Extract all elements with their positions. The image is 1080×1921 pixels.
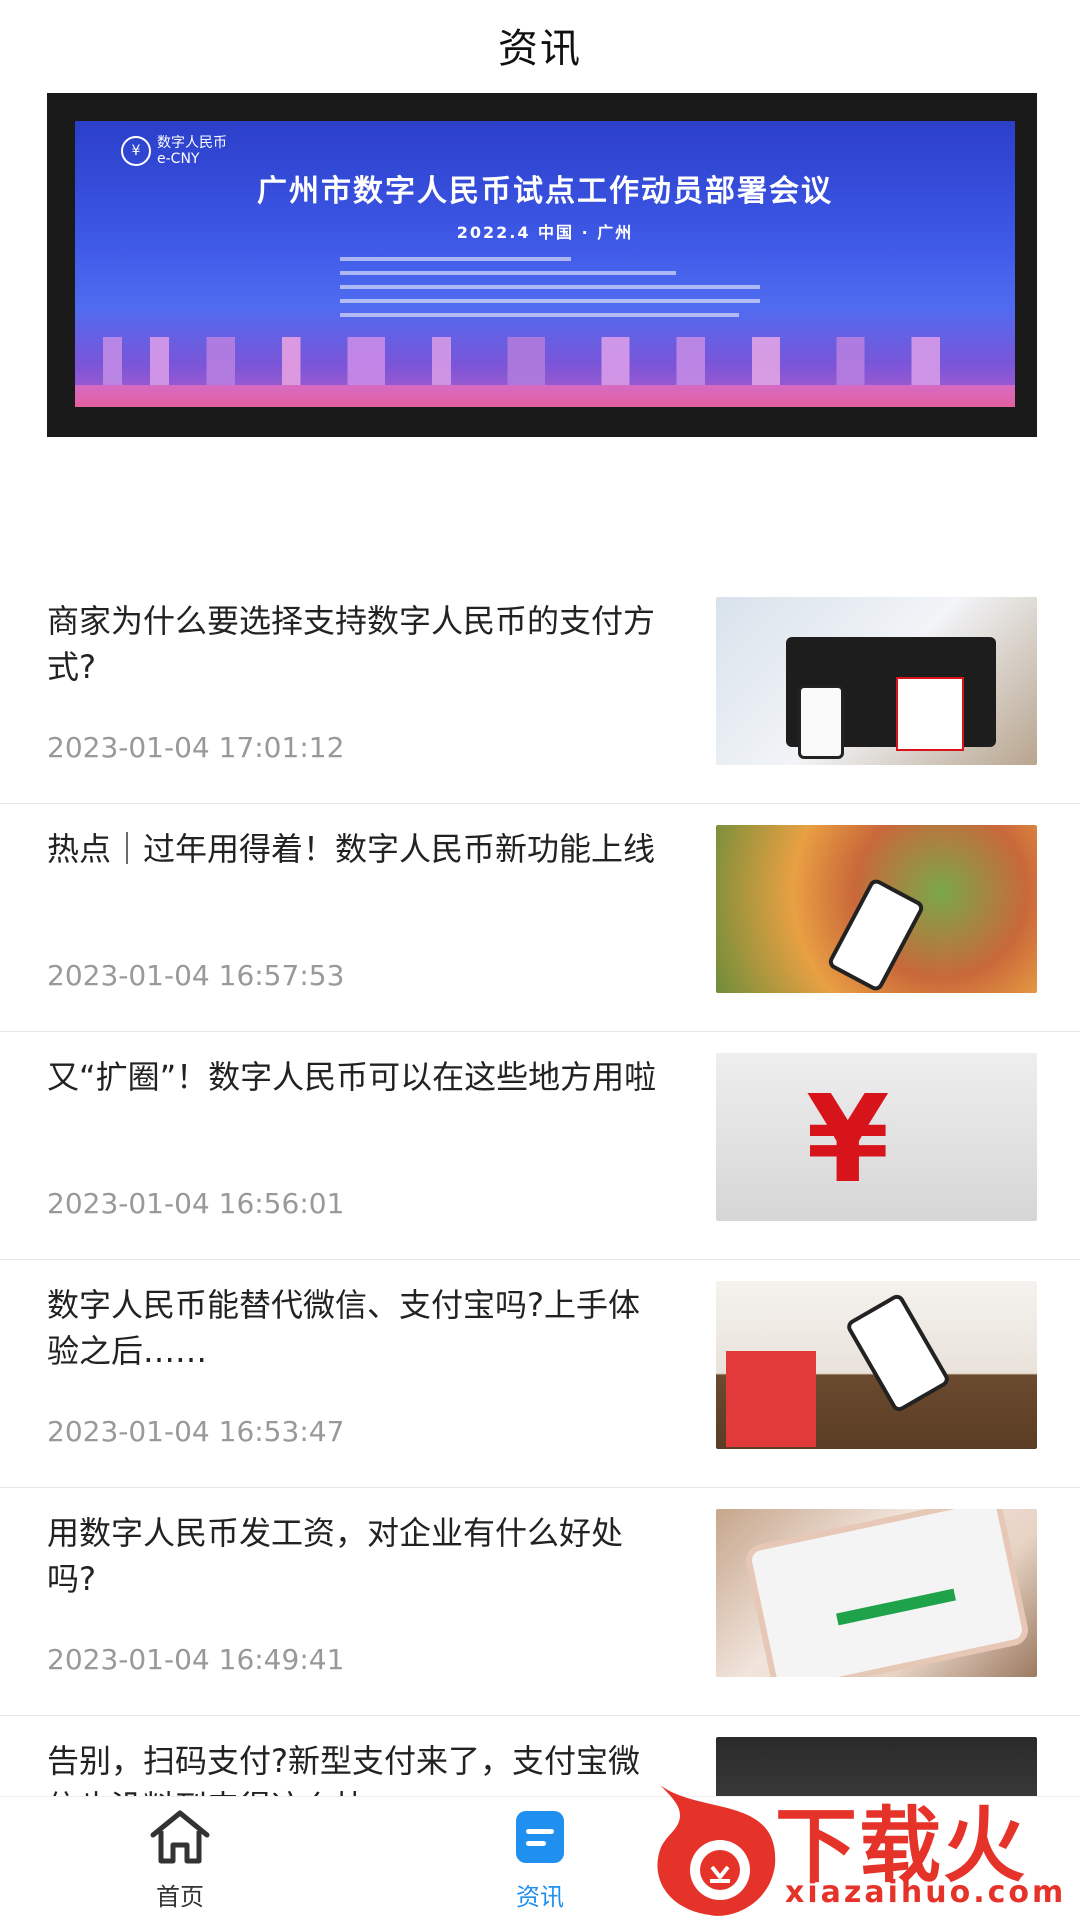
yen-icon: ¥ <box>806 1071 890 1210</box>
watermark-logo: 下载火 xiazaihuo.com <box>640 1775 1080 1920</box>
home-icon <box>150 1810 210 1864</box>
news-item[interactable]: 商家为什么要选择支持数字人民币的支付方式? 2023-01-04 17:01:1… <box>0 576 1080 804</box>
nav-news[interactable]: 资讯 <box>440 1807 640 1912</box>
phone-payment-market-photo <box>716 825 1037 993</box>
news-title: 又“扩圈”！数字人民币可以在这些地方用啦 <box>47 1058 657 1096</box>
skyline-base <box>75 385 1015 407</box>
news-time: 2023-01-04 17:01:12 <box>47 731 345 764</box>
news-item[interactable]: 又“扩圈”！数字人民币可以在这些地方用啦 2023-01-04 16:56:01… <box>0 1032 1080 1260</box>
news-item[interactable]: 热点｜过年用得着！数字人民币新功能上线 2023-01-04 16:57:53 <box>0 804 1080 1032</box>
banner-fine-print <box>340 257 760 327</box>
banner-screen: ¥ 数字人民币 e-CNY 广州市数字人民币试点工作动员部署会议 2022.4 … <box>75 121 1015 407</box>
news-time: 2023-01-04 16:53:47 <box>47 1415 345 1448</box>
phone-screen-photo <box>716 1509 1037 1677</box>
page-title: 资讯 <box>498 26 582 72</box>
flame-logo-icon <box>657 1785 776 1916</box>
news-title: 数字人民币能替代微信、支付宝吗?上手体验之后…… <box>47 1286 640 1370</box>
yuan-coin-icon: ¥ <box>121 136 151 166</box>
news-item[interactable]: 数字人民币能替代微信、支付宝吗?上手体验之后…… 2023-01-04 16:5… <box>0 1260 1080 1488</box>
news-icon <box>516 1811 564 1863</box>
nav-news-label: 资讯 <box>516 1883 564 1911</box>
news-title: 热点｜过年用得着！数字人民币新功能上线 <box>47 830 656 868</box>
banner-image[interactable]: ¥ 数字人民币 e-CNY 广州市数字人民币试点工作动员部署会议 2022.4 … <box>47 93 1037 437</box>
yen-symbol-photo: ¥ <box>716 1053 1037 1221</box>
news-title: 商家为什么要选择支持数字人民币的支付方式? <box>47 602 656 686</box>
news-item[interactable]: 用数字人民币发工资，对企业有什么好处吗? 2023-01-04 16:49:41 <box>0 1488 1080 1716</box>
news-time: 2023-01-04 16:57:53 <box>47 959 345 992</box>
news-list: 商家为什么要选择支持数字人民币的支付方式? 2023-01-04 17:01:1… <box>0 576 1080 1836</box>
news-title: 用数字人民币发工资，对企业有什么好处吗? <box>47 1514 624 1598</box>
news-time: 2023-01-04 16:49:41 <box>47 1643 345 1676</box>
news-time: 2023-01-04 16:56:01 <box>47 1187 345 1220</box>
banner-subtitle: 2022.4 中国 · 广州 <box>456 223 634 242</box>
banner-title: 广州市数字人民币试点工作动员部署会议 <box>257 174 833 209</box>
payment-terminal-photo <box>716 597 1037 765</box>
nav-home-label: 首页 <box>156 1883 204 1911</box>
ecny-logo: ¥ 数字人民币 e-CNY <box>121 135 227 167</box>
phone-tap-pay-photo <box>716 1281 1037 1449</box>
watermark-url: xiazaihuo.com <box>785 1875 1067 1910</box>
header: 资讯 <box>0 0 1080 90</box>
nav-home[interactable]: 首页 <box>80 1807 280 1912</box>
